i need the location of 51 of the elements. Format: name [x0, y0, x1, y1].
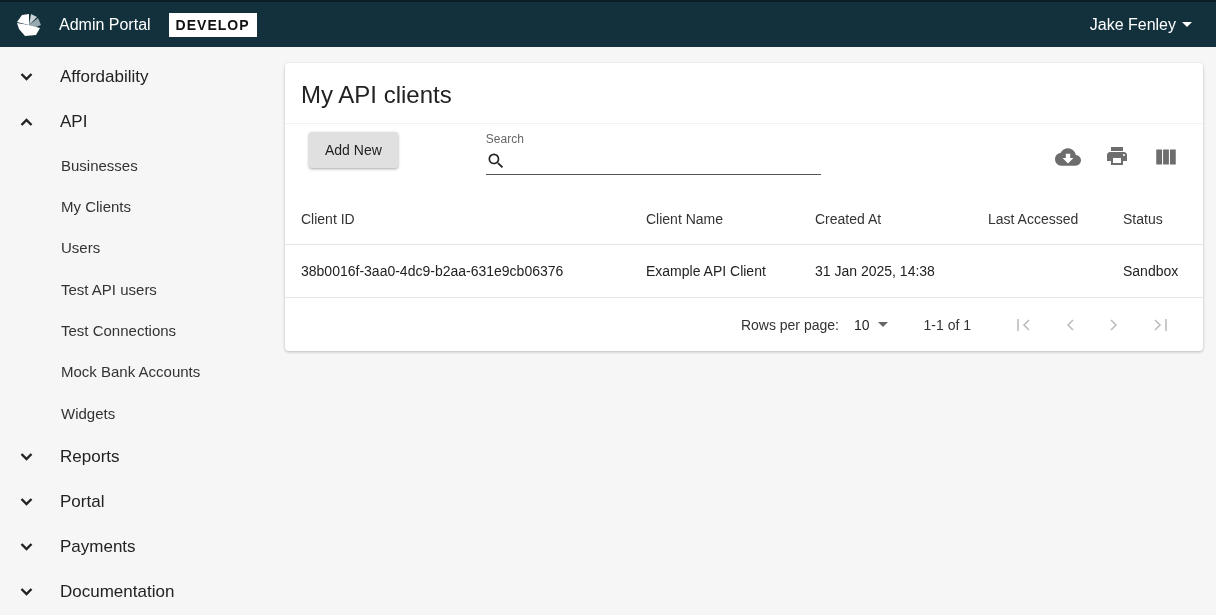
sidebar-item-label: API — [60, 111, 88, 132]
card-title: My API clients — [300, 80, 453, 110]
sidebar-item[interactable]: API — [0, 99, 285, 145]
chevron-left-icon — [1066, 318, 1074, 331]
chevron-right-icon — [1110, 318, 1118, 331]
sidebar-item-label: Documentation — [60, 582, 175, 603]
first-page-icon — [1017, 318, 1030, 331]
add-new-button[interactable]: Add New — [309, 132, 398, 168]
chevron-down-icon — [20, 543, 33, 552]
chevron-down-icon — [20, 497, 33, 506]
sidebar-subitem[interactable]: Mock Bank Accounts — [0, 351, 285, 393]
sidebar-subitem[interactable]: Test API users — [0, 268, 285, 310]
chevron-up-icon — [20, 117, 33, 126]
sidebar-item[interactable]: Payments — [0, 524, 285, 570]
sidebar-item[interactable]: Portal — [0, 479, 285, 525]
rows-per-page-label: Rows per page: — [740, 316, 839, 333]
caret-icon — [877, 322, 888, 327]
caret-icon — [1182, 22, 1192, 27]
chevron-down-icon — [20, 452, 33, 461]
table-cell-text: Sandbox — [1123, 263, 1180, 279]
sidebar-item-label: Affordability — [60, 66, 149, 87]
logo-icon — [16, 12, 42, 37]
sidebar-item-label: Portal — [60, 491, 105, 512]
sidebar-item[interactable]: Documentation — [0, 569, 285, 615]
column-header[interactable]: Last Accessed — [988, 210, 1123, 227]
sidebar-item[interactable]: Reports — [0, 433, 285, 480]
sidebar-item-label: Payments — [60, 537, 136, 558]
search-field[interactable]: Search — [485, 132, 821, 175]
sidebar-subitem[interactable]: My Clients — [0, 185, 285, 228]
table-cell-text: 31 Jan 2025, 14:38 — [815, 263, 936, 279]
environment-badge: DEVELOP — [168, 12, 257, 37]
chevron-down-icon — [20, 72, 33, 81]
sidebar-item[interactable]: Affordability — [0, 54, 285, 100]
table-cell-text: Example API Client — [646, 263, 767, 279]
column-header[interactable]: Client ID — [301, 210, 646, 227]
column-header[interactable]: Status — [1123, 210, 1187, 227]
sidebar-subitem[interactable]: Users — [0, 227, 285, 269]
user-menu-button[interactable]: Jake Fenley — [1089, 15, 1192, 34]
sidebar-subitem[interactable]: Businesses — [0, 144, 285, 186]
column-header[interactable]: Created At — [815, 210, 988, 227]
sidebar-item-label: Reports — [60, 446, 120, 467]
sidebar-subitem[interactable]: Test Connections — [0, 309, 285, 352]
last-page-icon — [1154, 318, 1167, 331]
page-range: 1-1 of 1 — [923, 316, 971, 333]
chevron-down-icon — [20, 588, 33, 597]
rows-per-page-select[interactable]: 10 — [853, 316, 888, 333]
table-cell-text: 38b0016f-3aa0-4dc9-b2aa-631e9cb06376 — [301, 263, 565, 279]
app-title: Admin Portal — [59, 15, 151, 34]
column-header[interactable]: Client Name — [646, 210, 815, 227]
sidebar-subitem[interactable]: Widgets — [0, 392, 285, 434]
search-label: Search — [485, 132, 525, 146]
